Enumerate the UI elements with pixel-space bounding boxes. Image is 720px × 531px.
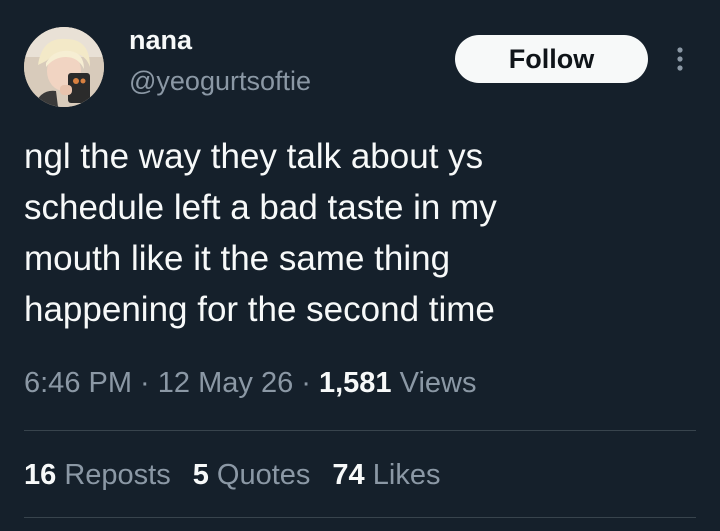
divider [24,517,696,518]
reposts-count: 16 [24,459,57,491]
meta-separator: · [293,367,319,399]
tweet-text-line: happening for the second time [24,290,495,329]
tweet-meta: 6:46 PM · 12 May 26 · 1,581 Views [24,364,476,402]
reposts-label: Reposts [56,459,171,491]
quotes-label: Quotes [208,459,311,491]
tweet-text: ngl the way they talk about ys schedule … [24,131,684,335]
meta-separator: · [132,367,158,399]
avatar-image [24,27,104,107]
likes-stat[interactable]: 74 Likes [332,456,440,494]
likes-label: Likes [364,459,441,491]
tweet-date[interactable]: 12 May 26 [158,367,293,399]
more-vertical-icon[interactable] [670,44,690,74]
divider [24,430,696,431]
views-label: Views [391,367,477,399]
author-display-name[interactable]: nana [129,22,192,58]
views-count: 1,581 [318,367,392,399]
likes-count: 74 [332,459,365,491]
tweet-text-line: mouth like it the same thing [24,239,451,278]
tweet-text-line: ngl the way they talk about ys [24,137,484,176]
reposts-stat[interactable]: 16 Reposts [24,456,171,494]
follow-button[interactable]: Follow [455,35,648,83]
quotes-stat[interactable]: 5 Quotes [193,456,311,494]
tweet-text-line: schedule left a bad taste in my [24,188,497,227]
author-handle[interactable]: @yeogurtsoftie [129,63,311,99]
tweet-time[interactable]: 6:46 PM [24,367,132,399]
quotes-count: 5 [192,459,209,491]
engagement-stats: 16 Reposts 5 Quotes 74 Likes [24,456,462,494]
tweet-card: nana @yeogurtsoftie Follow ngl the way t… [0,0,720,531]
avatar[interactable] [24,27,104,107]
